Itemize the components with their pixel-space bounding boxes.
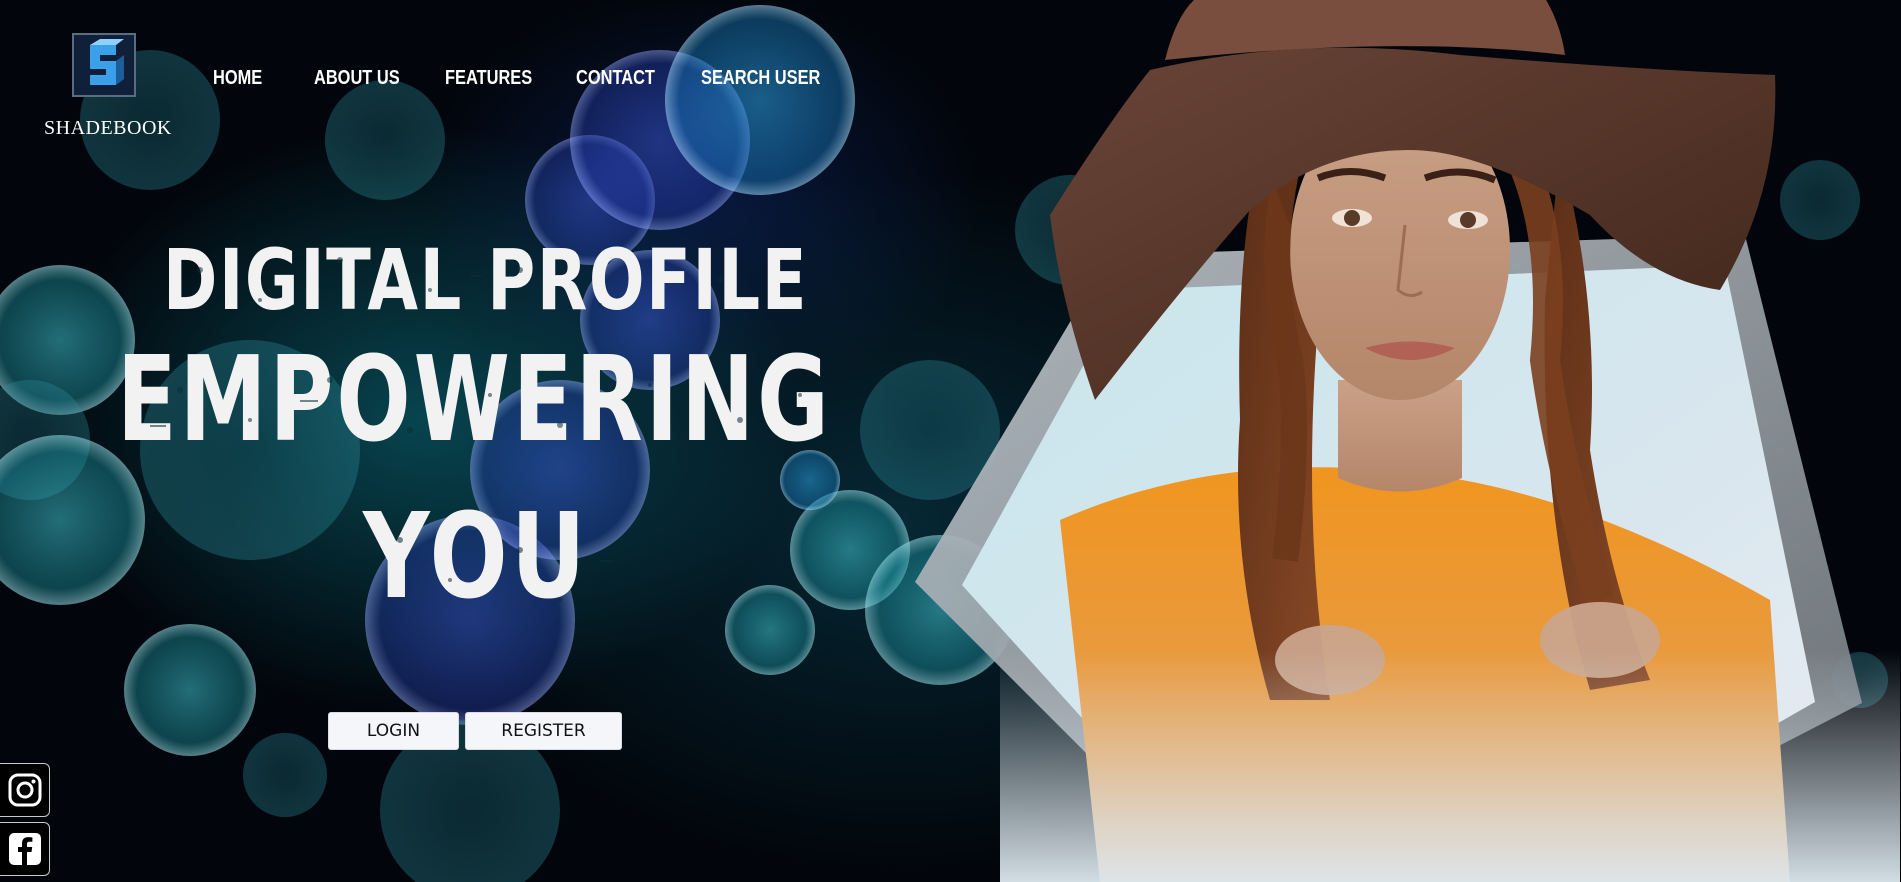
headline-line-2: EMPOWERING xyxy=(117,330,832,468)
facebook-link[interactable] xyxy=(0,822,50,876)
instagram-icon xyxy=(8,773,41,807)
s-logo-icon xyxy=(90,39,124,85)
brand-logo[interactable] xyxy=(72,33,136,97)
nav-about-us[interactable]: ABOUT US xyxy=(314,67,400,90)
facebook-icon xyxy=(8,833,41,865)
instagram-link[interactable] xyxy=(0,763,50,817)
brand-name: SHADEBOOK xyxy=(44,117,172,139)
nav-search-user[interactable]: SEARCH USER xyxy=(701,67,820,90)
nav-contact[interactable]: CONTACT xyxy=(576,67,655,90)
nav-features[interactable]: FEATURES xyxy=(445,67,532,90)
login-button[interactable]: LOGIN xyxy=(328,712,459,750)
nav-home[interactable]: HOME xyxy=(213,67,262,90)
register-button[interactable]: REGISTER xyxy=(465,712,622,750)
headline-line-3: YOU xyxy=(363,487,589,625)
landing-page: SHADEBOOK HOME ABOUT US FEATURES CONTACT… xyxy=(0,0,1901,882)
headline-line-1: DIGITAL PROFILE xyxy=(163,231,809,329)
